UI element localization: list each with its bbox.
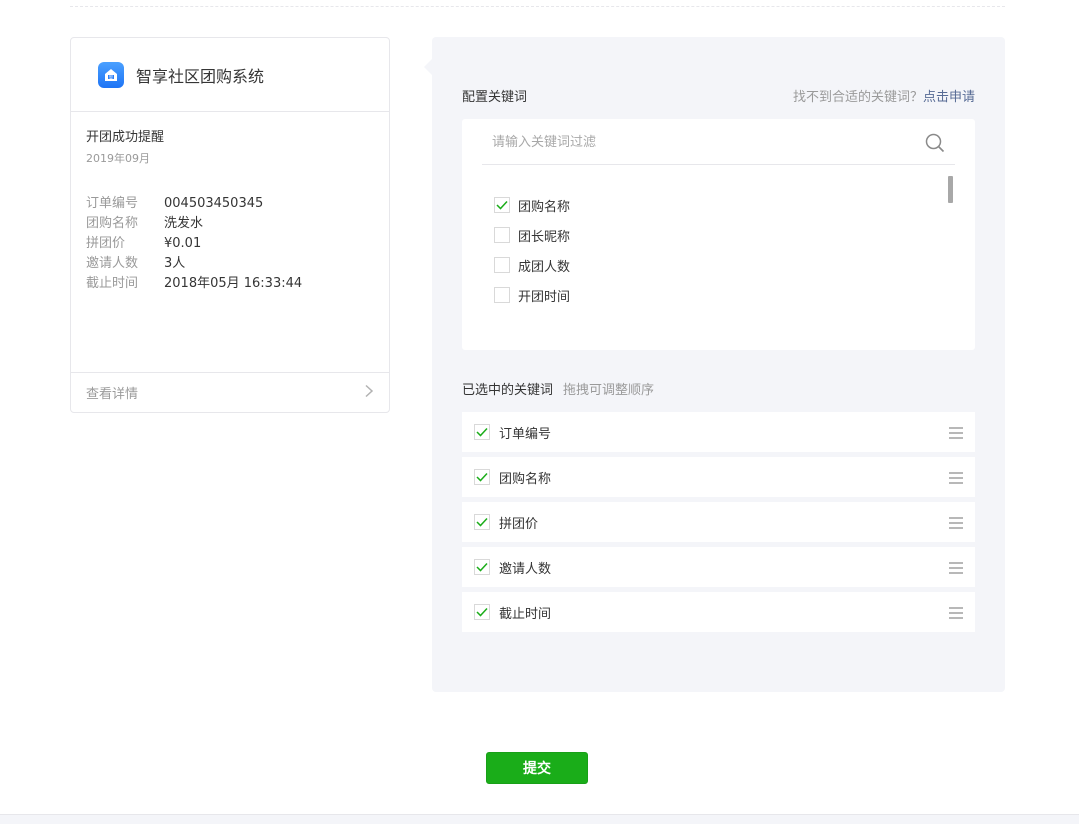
panel-pointer-arrow (424, 59, 432, 75)
field-label: 订单编号 (86, 196, 139, 211)
field-label: 团购名称 (86, 216, 139, 231)
selected-keyword-checkbox[interactable] (474, 559, 490, 575)
search-icon[interactable] (925, 133, 945, 153)
drag-handle-icon[interactable] (948, 560, 964, 574)
app-name: 智享社区团购系统 (136, 66, 265, 86)
keyword-search-input[interactable] (482, 119, 922, 165)
selected-keyword-item[interactable]: 截止时间 (462, 592, 975, 632)
selected-keyword-label: 邀请人数 (499, 561, 552, 577)
check-icon (476, 517, 488, 527)
bottom-bar (0, 814, 1079, 824)
keyword-checkbox[interactable] (494, 227, 510, 243)
check-icon (496, 200, 508, 210)
selected-keyword-item[interactable]: 团购名称 (462, 457, 975, 497)
apply-keyword-prompt: 找不到合适的关键词？点击申请 (793, 89, 975, 107)
selected-keyword-checkbox[interactable] (474, 604, 490, 620)
keyword-option-label: 团购名称 (518, 199, 571, 215)
field-row: 订单编号 004503450345 (86, 194, 374, 214)
card-body: 开团成功提醒 2019年09月 订单编号 004503450345 团购名称 洗… (71, 112, 389, 294)
keyword-list: 团购名称 团长昵称 成团人数 开团时间 (494, 185, 570, 315)
field-row: 拼团价 ¥0.01 (86, 234, 374, 254)
selected-keyword-item[interactable]: 邀请人数 (462, 547, 975, 587)
check-icon (476, 607, 488, 617)
selected-hint: 拖拽可调整顺序 (563, 383, 655, 398)
view-details-label: 查看详情 (86, 387, 139, 402)
field-label: 拼团价 (86, 236, 126, 251)
selected-keyword-list: 订单编号 团购名称 拼团价 邀请人数 截止时间 (462, 412, 975, 637)
field-value: ¥0.01 (164, 236, 202, 251)
check-icon (476, 562, 488, 572)
field-value: 洗发水 (164, 216, 204, 231)
field-label: 邀请人数 (86, 256, 139, 271)
app-logo-icon: 智 (98, 61, 124, 88)
check-icon (476, 427, 488, 437)
field-value: 004503450345 (164, 196, 264, 211)
keyword-option-label: 团长昵称 (518, 229, 571, 245)
svg-text:智: 智 (109, 73, 113, 79)
apply-prompt-text: 找不到合适的关键词？ (792, 90, 923, 105)
keyword-option-label: 开团时间 (518, 289, 571, 305)
field-label: 截止时间 (86, 276, 139, 291)
message-date: 2019年09月 (86, 152, 150, 165)
field-row: 团购名称 洗发水 (86, 214, 374, 234)
drag-handle-icon[interactable] (948, 425, 964, 439)
selected-keyword-label: 截止时间 (499, 606, 552, 622)
selected-title-row: 已选中的关键词 拖拽可调整顺序 (462, 382, 654, 400)
keyword-option-label: 成团人数 (518, 259, 571, 275)
drag-handle-icon[interactable] (948, 515, 964, 529)
selected-keyword-checkbox[interactable] (474, 424, 490, 440)
config-title-row: 配置关键词 找不到合适的关键词？点击申请 (462, 89, 975, 107)
keyword-config-panel: 配置关键词 找不到合适的关键词？点击申请 团购名称 (424, 37, 1005, 692)
keyword-list-scrollbar[interactable] (948, 176, 953, 203)
card-header: 智 智享社区团购系统 (71, 38, 389, 112)
field-value: 2018年05月 16:33:44 (164, 276, 303, 291)
message-title: 开团成功提醒 (86, 130, 165, 145)
field-row: 截止时间 2018年05月 16:33:44 (86, 274, 374, 294)
message-preview-card: 智 智享社区团购系统 开团成功提醒 2019年09月 订单编号 00450345… (70, 37, 390, 413)
selected-keyword-label: 订单编号 (499, 426, 552, 442)
chevron-right-icon (364, 383, 374, 402)
keyword-checkbox[interactable] (494, 257, 510, 273)
top-divider (70, 6, 1005, 7)
keyword-checkbox[interactable] (494, 287, 510, 303)
selected-keyword-label: 团购名称 (499, 471, 552, 487)
check-icon (476, 472, 488, 482)
keyword-picker: 团购名称 团长昵称 成团人数 开团时间 (462, 119, 975, 350)
submit-button[interactable]: 提交 (486, 752, 588, 784)
selected-keyword-item[interactable]: 订单编号 (462, 412, 975, 452)
field-row: 邀请人数 3人 (86, 254, 374, 274)
message-fields: 订单编号 004503450345 团购名称 洗发水 拼团价 ¥0.01 邀请人… (86, 194, 374, 294)
selected-title: 已选中的关键词 (462, 383, 554, 398)
selected-keyword-checkbox[interactable] (474, 469, 490, 485)
drag-handle-icon[interactable] (948, 470, 964, 484)
field-value: 3人 (164, 256, 186, 271)
drag-handle-icon[interactable] (948, 605, 964, 619)
selected-keyword-item[interactable]: 拼团价 (462, 502, 975, 542)
keyword-option[interactable]: 开团时间 (494, 275, 570, 315)
keyword-checkbox[interactable] (494, 197, 510, 213)
view-details-link[interactable]: 查看详情 (71, 372, 389, 412)
selected-keyword-checkbox[interactable] (474, 514, 490, 530)
selected-keyword-label: 拼团价 (499, 516, 539, 532)
keyword-search (482, 119, 955, 165)
apply-keyword-link[interactable]: 点击申请 (923, 90, 975, 105)
config-title: 配置关键词 (462, 90, 528, 105)
